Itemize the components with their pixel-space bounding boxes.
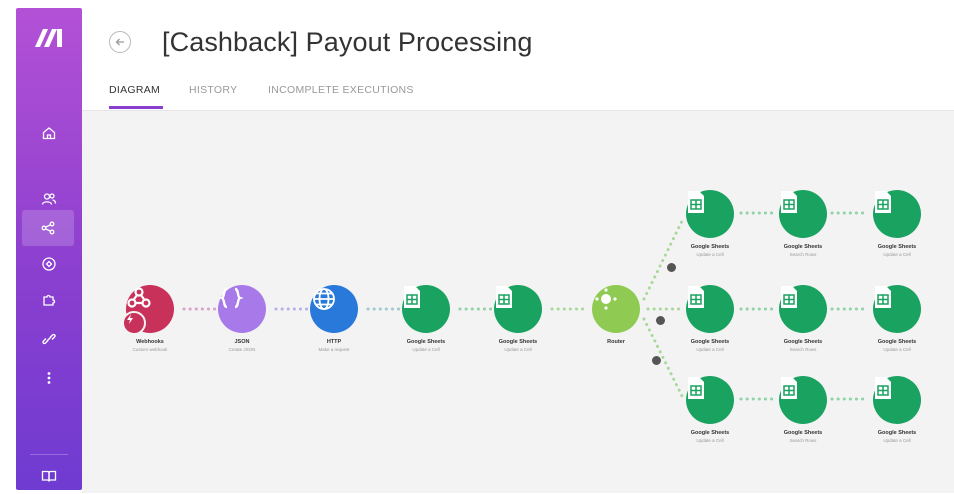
sheets-icon	[875, 377, 891, 399]
sheets-icon	[404, 286, 420, 308]
filter-icon[interactable]	[656, 316, 665, 325]
node-sublabel: Update a Cell	[883, 347, 911, 352]
google-sheets-module[interactable]	[686, 376, 734, 424]
google-sheets-module[interactable]	[686, 285, 734, 333]
google-sheets-module[interactable]	[873, 190, 921, 238]
tab-history[interactable]: HISTORY	[189, 84, 237, 96]
node-sublabel: Update a Cell	[883, 252, 911, 257]
google-sheets-module[interactable]	[779, 190, 827, 238]
share-icon[interactable]	[22, 210, 74, 246]
json-module[interactable]	[218, 285, 266, 333]
book-icon[interactable]	[16, 458, 82, 494]
webhook-icon	[127, 287, 151, 308]
page-title: [Cashback] Payout Processing	[162, 27, 533, 57]
node-label: Google Sheets	[690, 244, 730, 250]
node-sublabel: Update a Cell	[696, 438, 724, 443]
sheets-icon	[688, 191, 704, 213]
sheets-icon	[496, 286, 512, 308]
router-module[interactable]	[592, 285, 640, 333]
sheets-icon	[781, 191, 797, 213]
node-label: Webhooks	[136, 339, 164, 345]
more-vertical-icon[interactable]	[16, 360, 82, 396]
active-tab-indicator	[109, 106, 163, 109]
node-label: Google Sheets	[783, 244, 823, 250]
google-sheets-module[interactable]	[779, 376, 827, 424]
tab-incomplete-executions[interactable]: INCOMPLETE EXECUTIONS	[268, 84, 414, 96]
arrow-left-icon	[115, 38, 124, 46]
node-label: Router	[607, 339, 625, 345]
sidebar	[16, 8, 82, 490]
sheets-icon	[688, 377, 704, 399]
google-sheets-module[interactable]	[686, 190, 734, 238]
node-label: Google Sheets	[783, 339, 823, 345]
node-sublabel: Search Rows	[789, 252, 817, 257]
page-header: [Cashback] Payout Processing DIAGRAM HIS…	[82, 0, 954, 110]
node-sublabel: Update a Cell	[504, 347, 532, 352]
node-sublabel: Create JSON	[228, 347, 256, 352]
sheets-icon	[781, 377, 797, 399]
node-sublabel: Update a Cell	[696, 252, 724, 257]
link-icon[interactable]	[16, 321, 82, 357]
filter-icon[interactable]	[667, 263, 676, 272]
webhooks-module[interactable]	[122, 285, 174, 335]
google-sheets-module[interactable]	[873, 285, 921, 333]
filter-icon[interactable]	[652, 356, 661, 365]
sheets-icon	[688, 286, 704, 308]
node-label: JSON	[234, 339, 250, 345]
instant-trigger-icon	[122, 311, 146, 335]
router-icon	[595, 288, 617, 310]
google-sheets-module[interactable]	[779, 285, 827, 333]
google-sheets-module[interactable]	[494, 285, 542, 333]
node-label: Google Sheets	[877, 339, 917, 345]
scenario-canvas[interactable]: Webhooks Custom webhook JSON Create JSON…	[82, 110, 954, 493]
node-label: Google Sheets	[690, 430, 730, 436]
node-label: HTTP	[326, 339, 342, 345]
sheets-icon	[875, 191, 891, 213]
connections-icon[interactable]	[16, 246, 82, 282]
google-sheets-module[interactable]	[873, 376, 921, 424]
node-label: Google Sheets	[406, 339, 446, 345]
puzzle-icon[interactable]	[16, 281, 82, 317]
node-sublabel: Search Rows	[789, 347, 817, 352]
json-icon	[218, 287, 244, 309]
node-sublabel: Search Rows	[789, 438, 817, 443]
home-icon[interactable]	[16, 115, 82, 151]
back-button[interactable]	[109, 31, 131, 53]
node-sublabel: Make a request	[318, 347, 350, 352]
tab-diagram[interactable]: DIAGRAM	[109, 84, 160, 96]
node-sublabel: Custom webhook	[132, 347, 168, 352]
node-label: Google Sheets	[877, 244, 917, 250]
sheets-icon	[875, 286, 891, 308]
http-module[interactable]	[310, 285, 358, 333]
google-sheets-module[interactable]	[402, 285, 450, 333]
globe-icon	[313, 288, 335, 310]
node-label: Google Sheets	[877, 430, 917, 436]
sheets-icon	[781, 286, 797, 308]
node-sublabel: Update a Cell	[696, 347, 724, 352]
node-label: Google Sheets	[690, 339, 730, 345]
node-sublabel: Update a Cell	[412, 347, 440, 352]
make-logo[interactable]	[32, 20, 66, 54]
sidebar-divider	[30, 454, 68, 455]
node-sublabel: Update a Cell	[883, 438, 911, 443]
node-label: Google Sheets	[783, 430, 823, 436]
node-label: Google Sheets	[498, 339, 538, 345]
